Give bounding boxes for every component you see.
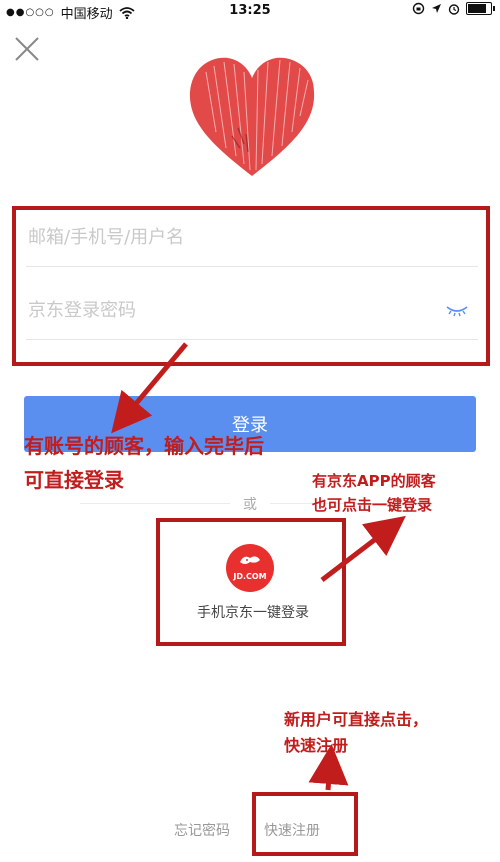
location-icon bbox=[432, 4, 441, 13]
alarm-icon bbox=[448, 3, 460, 15]
battery-icon bbox=[466, 2, 495, 15]
annotation-app-line2: 也可点击一键登录 bbox=[312, 496, 433, 514]
heart-logo bbox=[189, 57, 315, 176]
close-icon[interactable] bbox=[14, 36, 40, 62]
forgot-password-link[interactable]: 忘记密码 bbox=[174, 820, 230, 840]
annotation-app-line1: 有京东APP的顾客 bbox=[312, 472, 436, 490]
annotation-account-line1: 有账号的顾客，输入完毕后 bbox=[24, 434, 264, 458]
account-input[interactable] bbox=[26, 210, 430, 264]
annotation-register-line2: 快速注册 bbox=[284, 736, 349, 755]
quick-register-link[interactable]: 快速注册 bbox=[264, 820, 320, 840]
annotation-account-line2: 可直接登录 bbox=[24, 468, 124, 492]
password-input[interactable] bbox=[26, 283, 430, 337]
jd-logo-icon: JD.COM bbox=[226, 544, 274, 592]
status-bar: ●●○○○ 中国移动 13:25 bbox=[0, 0, 500, 22]
jd-app-login-label: 手机京东一键登录 bbox=[197, 605, 309, 621]
annotation-register-line1: 新用户可直接点击， bbox=[284, 710, 429, 729]
eye-closed-icon[interactable] bbox=[446, 303, 468, 317]
rotation-lock-icon bbox=[412, 2, 425, 15]
or-text: 或 bbox=[243, 497, 257, 513]
password-field[interactable] bbox=[26, 283, 478, 340]
battery-level bbox=[468, 4, 487, 13]
jd-app-login-button[interactable]: JD.COM 手机京东一键登录 bbox=[168, 530, 338, 642]
jd-dog-icon bbox=[240, 556, 260, 564]
account-field[interactable] bbox=[26, 210, 478, 267]
jd-logo-text: JD.COM bbox=[233, 572, 267, 581]
